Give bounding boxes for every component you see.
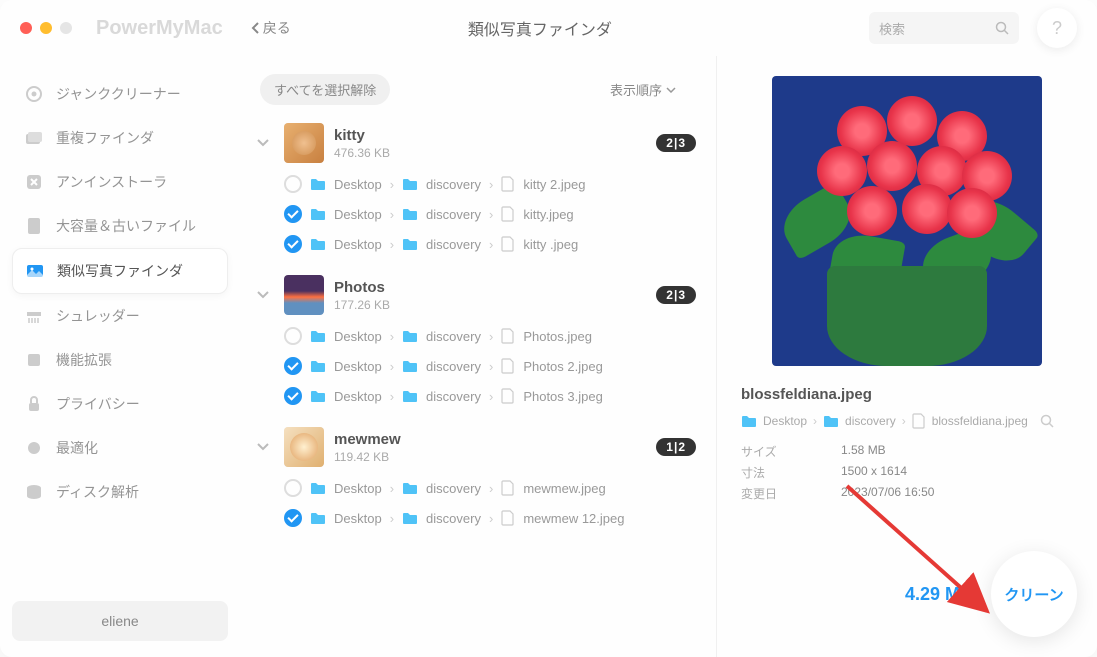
checkbox[interactable] (284, 479, 302, 497)
checkbox[interactable] (284, 327, 302, 345)
group-name: kitty (334, 127, 390, 144)
sidebar-item-similar-photos[interactable]: 類似写真ファインダ (12, 248, 228, 294)
photo-group: Photos 177.26 KB 2|3 Desktop›discovery›Phot… (252, 269, 696, 411)
group-thumbnail (284, 275, 324, 315)
file-icon (912, 413, 926, 429)
folder-icon (823, 414, 839, 428)
file-row[interactable]: Desktop›discovery›kitty.jpeg (252, 199, 696, 229)
gear-icon (24, 84, 44, 104)
preview-filename: blossfeldiana.jpeg (741, 386, 1073, 403)
group-list: kitty 476.36 KB 2|3 Desktop›discovery›kitty… (252, 117, 704, 657)
help-button[interactable]: ? (1037, 8, 1077, 48)
group-header[interactable]: mewmew 119.42 KB 1|2 (252, 421, 696, 473)
user-badge[interactable]: eliene (12, 601, 228, 641)
sidebar-item-shredder[interactable]: シュレッダー (12, 294, 228, 338)
sidebar-item-large-old-files[interactable]: 大容量＆古いファイル (12, 204, 228, 248)
app-icon (24, 172, 44, 192)
preview-panel: blossfeldiana.jpeg Desktop › discovery ›… (717, 56, 1097, 657)
checkbox[interactable] (284, 357, 302, 375)
document-icon (24, 216, 44, 236)
group-count-badge: 2|3 (656, 134, 696, 152)
sidebar-item-privacy[interactable]: プライバシー (12, 382, 228, 426)
search-icon[interactable] (1040, 414, 1054, 428)
folder-icon (741, 414, 757, 428)
main-panel: すべてを選択解除 表示順序 kitty 476.36 KB 2|3 Desktop›d… (240, 56, 717, 657)
group-size: 177.26 KB (334, 298, 390, 312)
footer: 4.29 MB クリーン (905, 551, 1077, 637)
page-title: 類似写真ファインダ (211, 16, 869, 40)
titlebar: PowerMyMac 戻る 類似写真ファインダ 検索 ? (0, 0, 1097, 56)
toolbar: すべてを選択解除 表示順序 (252, 56, 704, 117)
search-icon (995, 21, 1009, 35)
file-row[interactable]: Desktop›discovery›kitty 2.jpeg (252, 169, 696, 199)
group-name: mewmew (334, 431, 401, 448)
group-header[interactable]: Photos 177.26 KB 2|3 (252, 269, 696, 321)
photo-group: mewmew 119.42 KB 1|2 Desktop›discovery›mewm… (252, 421, 696, 533)
maximize-window-button[interactable] (60, 22, 72, 34)
file-row[interactable]: Desktop›discovery›Photos 3.jpeg (252, 381, 696, 411)
sidebar-item-disk-analysis[interactable]: ディスク解析 (12, 470, 228, 514)
sidebar-item-duplicate-finder[interactable]: 重複ファインダ (12, 116, 228, 160)
group-count-badge: 1|2 (656, 438, 696, 456)
disk-icon (24, 482, 44, 502)
puzzle-icon (24, 350, 44, 370)
group-size: 119.42 KB (334, 450, 401, 464)
lock-icon (24, 394, 44, 414)
chevron-down-icon[interactable] (252, 284, 274, 306)
chevron-down-icon[interactable] (252, 436, 274, 458)
minimize-window-button[interactable] (40, 22, 52, 34)
close-window-button[interactable] (20, 22, 32, 34)
meta-modified: 変更日 2023/07/06 16:50 (741, 485, 1073, 502)
group-name: Photos (334, 279, 390, 296)
sidebar-item-optimize[interactable]: 最適化 (12, 426, 228, 470)
meta-dimensions: 寸法 1500 x 1614 (741, 464, 1073, 481)
file-row[interactable]: Desktop›discovery›kitty .jpeg (252, 229, 696, 259)
sidebar-item-uninstaller[interactable]: アンインストーラ (12, 160, 228, 204)
sort-button[interactable]: 表示順序 (610, 80, 676, 99)
checkbox[interactable] (284, 509, 302, 527)
checkbox[interactable] (284, 387, 302, 405)
group-header[interactable]: kitty 476.36 KB 2|3 (252, 117, 696, 169)
sidebar-item-extensions[interactable]: 機能拡張 (12, 338, 228, 382)
app-window: PowerMyMac 戻る 類似写真ファインダ 検索 ? ジャンククリーナー 重… (0, 0, 1097, 657)
preview-image (772, 76, 1042, 366)
file-row[interactable]: Desktop›discovery›Photos 2.jpeg (252, 351, 696, 381)
rocket-icon (24, 438, 44, 458)
file-row[interactable]: Desktop›discovery›mewmew 12.jpeg (252, 503, 696, 533)
checkbox[interactable] (284, 175, 302, 193)
file-row[interactable]: Desktop›discovery›mewmew.jpeg (252, 473, 696, 503)
clean-button[interactable]: クリーン (991, 551, 1077, 637)
shredder-icon (24, 306, 44, 326)
app-title: PowerMyMac (96, 17, 223, 40)
group-count-badge: 2|3 (656, 286, 696, 304)
folders-icon (24, 128, 44, 148)
meta-size: サイズ 1.58 MB (741, 443, 1073, 460)
preview-path: Desktop › discovery › blossfeldiana.jpeg (741, 413, 1073, 429)
checkbox[interactable] (284, 235, 302, 253)
photo-icon (25, 261, 45, 281)
sidebar: ジャンククリーナー 重複ファインダ アンインストーラ 大容量＆古いファイル 類似… (0, 56, 240, 657)
group-thumbnail (284, 427, 324, 467)
window-controls (20, 22, 72, 34)
deselect-all-button[interactable]: すべてを選択解除 (260, 74, 390, 105)
photo-group: kitty 476.36 KB 2|3 Desktop›discovery›kitty… (252, 117, 696, 259)
search-input[interactable]: 検索 (869, 12, 1019, 44)
chevron-down-icon[interactable] (252, 132, 274, 154)
group-size: 476.36 KB (334, 146, 390, 160)
checkbox[interactable] (284, 205, 302, 223)
file-row[interactable]: Desktop›discovery›Photos.jpeg (252, 321, 696, 351)
chevron-down-icon (666, 87, 676, 93)
group-thumbnail (284, 123, 324, 163)
total-size: 4.29 MB (905, 584, 973, 605)
sidebar-item-junk-cleaner[interactable]: ジャンククリーナー (12, 72, 228, 116)
